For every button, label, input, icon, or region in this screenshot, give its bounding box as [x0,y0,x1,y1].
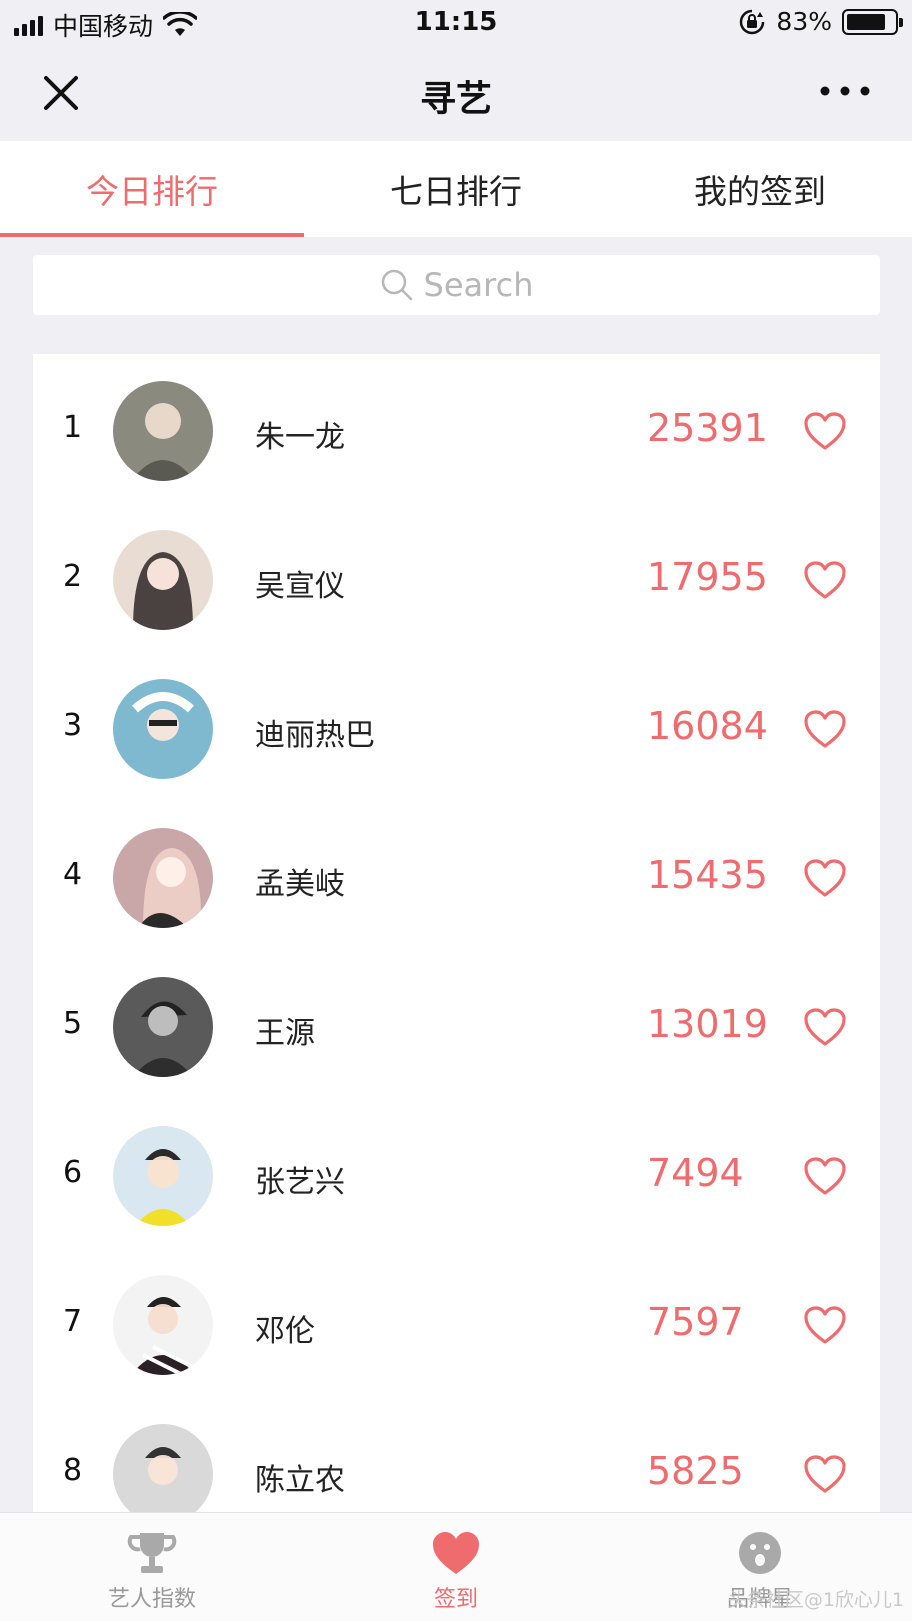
avatar [113,381,213,481]
nav-bar: 寻艺 [0,46,912,141]
tabbar-checkin[interactable]: 签到 [376,1513,536,1621]
more-icon[interactable] [818,76,872,106]
checkin-score: 13019 [647,1002,768,1046]
avatar [113,1275,213,1375]
list-item[interactable]: 3 迪丽热巴 16084 [33,652,880,806]
artist-name: 陈立农 [255,1463,345,1498]
status-right: 83% [738,7,903,36]
rank-number: 2 [63,559,83,594]
avatar [113,1126,213,1226]
artist-name: 邓伦 [255,1314,315,1349]
artist-name: 孟美岐 [255,867,345,902]
app-screen: 中国移动 11:15 83% 寻艺 今日排行 七日排行 我的签到 Search … [0,0,912,1621]
avatar [113,828,213,928]
rank-number: 5 [63,1006,83,1041]
watermark: 头条社区@1欣心儿1 [727,1589,904,1611]
heart-icon [433,1532,479,1574]
list-item[interactable]: 2 吴宣仪 17955 [33,503,880,657]
checkin-score: 25391 [647,406,768,450]
avatar [113,530,213,630]
search-input[interactable]: Search [33,255,880,315]
list-item[interactable]: 5 王源 13019 [33,950,880,1104]
checkin-score: 7597 [647,1300,744,1344]
battery-icon [842,8,903,35]
list-item[interactable]: 4 孟美岐 15435 [33,801,880,955]
heart-icon[interactable] [803,709,847,749]
rank-number: 3 [63,708,83,743]
checkin-score: 16084 [647,704,768,748]
trophy-icon [127,1533,177,1573]
battery-percent: 83% [776,7,832,36]
tab-today-ranking[interactable]: 今日排行 [0,141,304,237]
heart-icon[interactable] [803,1305,847,1345]
list-item[interactable]: 6 张艺兴 7494 [33,1099,880,1253]
heart-icon[interactable] [803,560,847,600]
search-icon [381,269,412,301]
rotation-lock-icon [740,9,765,34]
rank-number: 7 [63,1304,83,1339]
tab-my-checkin[interactable]: 我的签到 [608,141,912,237]
avatar [113,679,213,779]
status-bar: 中国移动 11:15 83% [0,0,912,46]
list-item[interactable]: 8 陈立农 5825 [33,1397,880,1514]
heart-icon[interactable] [803,1156,847,1196]
tab-seven-day-ranking[interactable]: 七日排行 [304,141,608,237]
checkin-score: 17955 [647,555,768,599]
rank-number: 4 [63,857,83,892]
artist-name: 张艺兴 [255,1165,345,1200]
checkin-score: 7494 [647,1151,744,1195]
ranking-tabs: 今日排行 七日排行 我的签到 [0,141,912,237]
artist-name: 吴宣仪 [255,569,345,604]
ranking-list: 1 朱一龙 25391 2 吴宣仪 17955 3 迪丽热巴 16084 4 孟… [33,354,880,1514]
page-title: 寻艺 [419,79,492,120]
list-item[interactable]: 7 邓伦 7597 [33,1248,880,1402]
heart-icon[interactable] [803,1007,847,1047]
avatar [113,1424,213,1514]
list-item[interactable]: 1 朱一龙 25391 [33,354,880,508]
artist-name: 迪丽热巴 [255,718,375,753]
search-placeholder: Search [423,266,534,304]
artist-name: 朱一龙 [255,420,345,455]
artist-name: 王源 [255,1016,315,1051]
tabbar-label: 签到 [433,1587,478,1612]
tabbar-artist-index[interactable]: 艺人指数 [72,1513,232,1621]
heart-icon[interactable] [803,411,847,451]
checkin-score: 5825 [647,1449,744,1493]
rank-number: 8 [63,1453,83,1488]
rank-number: 1 [63,410,83,445]
avatar [113,977,213,1077]
heart-icon[interactable] [803,1454,847,1494]
checkin-score: 15435 [647,853,768,897]
heart-icon[interactable] [803,858,847,898]
tabbar-label: 艺人指数 [107,1587,196,1612]
face-icon [739,1532,781,1574]
rank-number: 6 [63,1155,83,1190]
